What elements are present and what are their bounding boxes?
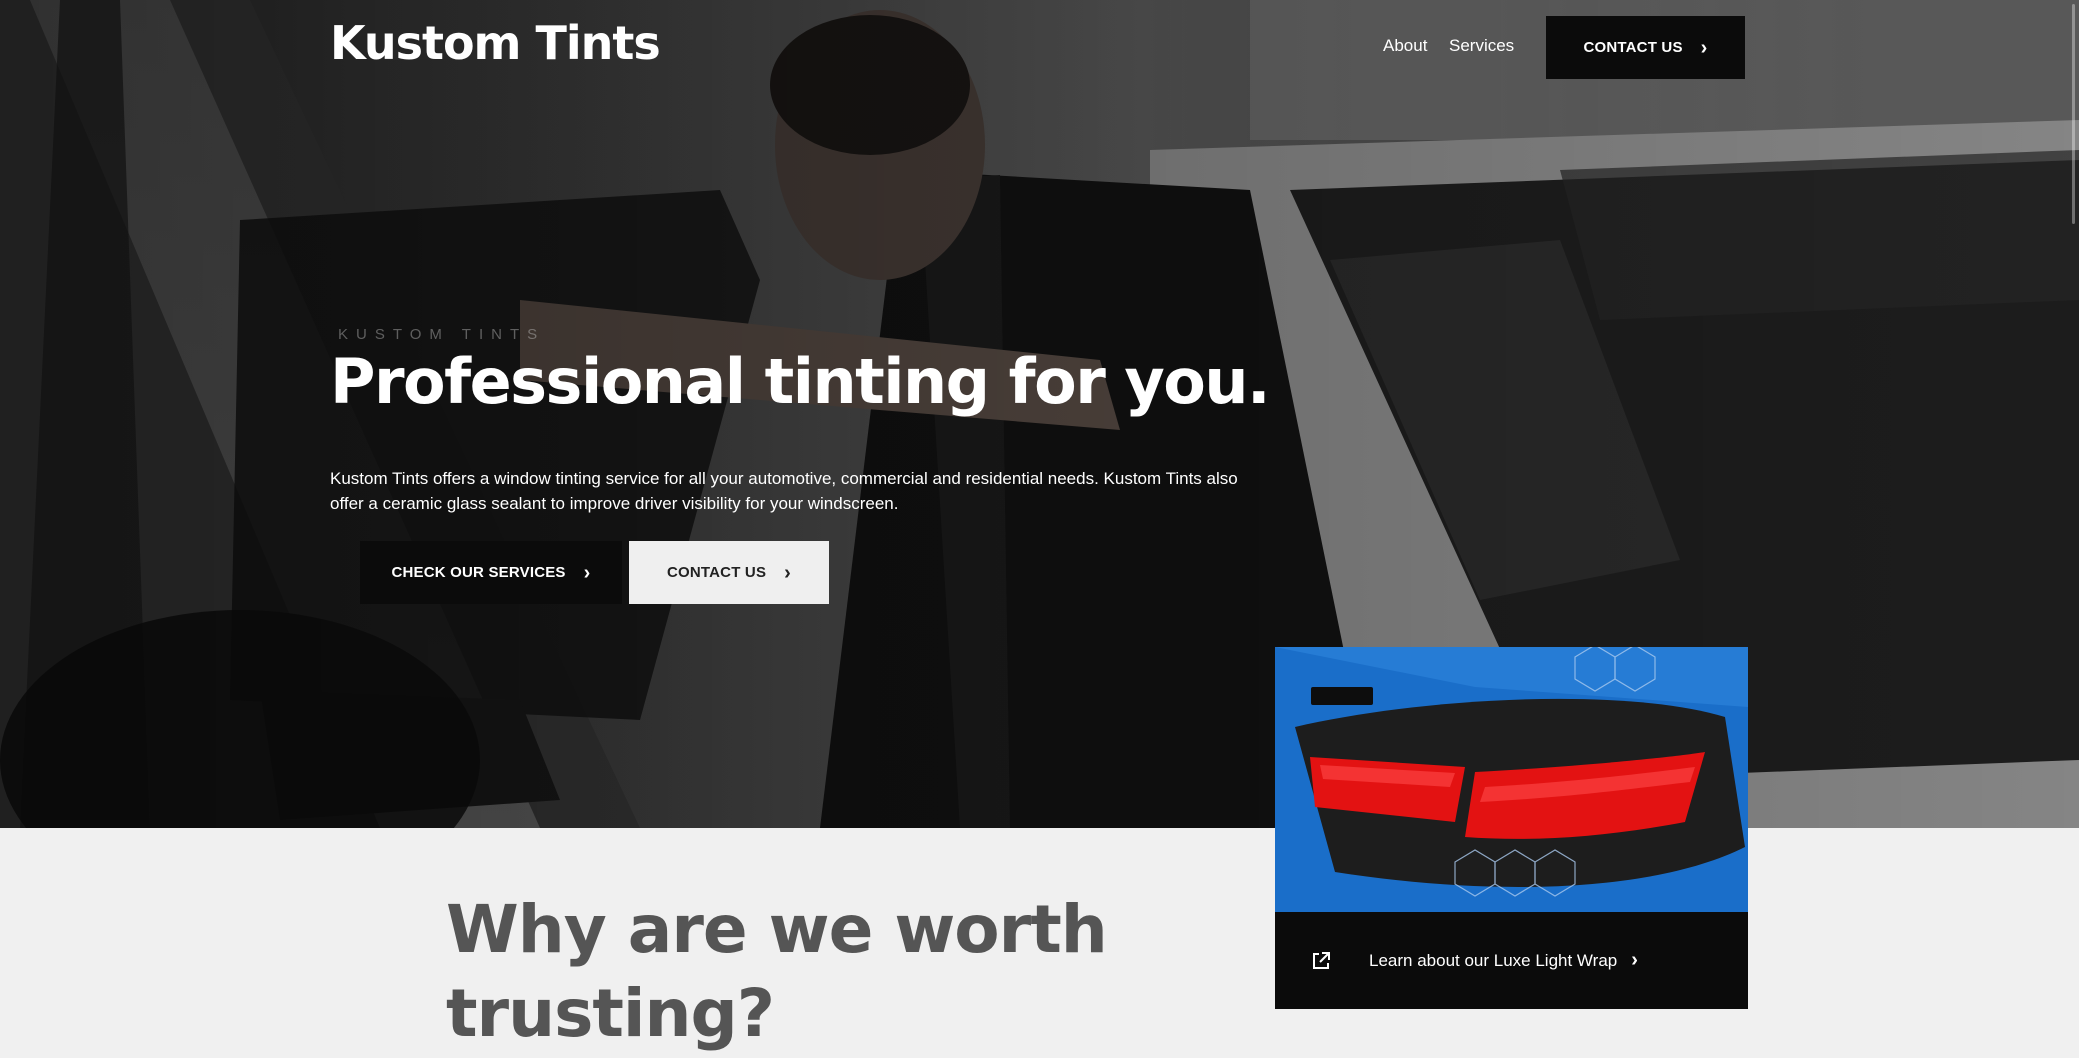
chevron-right-icon: ›	[784, 561, 792, 584]
external-link-icon	[1313, 951, 1330, 969]
nav-services-link[interactable]: Services	[1449, 36, 1514, 56]
hero-description: Kustom Tints offers a window tinting ser…	[330, 469, 1238, 513]
hero-contact-button[interactable]: CONTACT US ›	[629, 541, 829, 604]
hero-eyebrow: KUSTOM TINTS	[338, 326, 546, 343]
luxe-light-wrap-card[interactable]: Learn about our Luxe Light Wrap ›	[1275, 647, 1748, 1009]
brand-logo[interactable]: Kustom Tints	[330, 16, 661, 70]
nav-about-link[interactable]: About	[1383, 36, 1427, 56]
chevron-right-icon: ›	[583, 561, 591, 584]
why-trust-heading: Why are we worth trusting?	[446, 891, 1108, 1052]
tail-light-photo	[1275, 647, 1748, 912]
header-contact-button[interactable]: CONTACT US ›	[1546, 16, 1745, 79]
promo-link-bar[interactable]: Learn about our Luxe Light Wrap ›	[1275, 912, 1748, 1009]
check-services-label: CHECK OUR SERVICES	[391, 564, 566, 581]
promo-link-text: Learn about our Luxe Light Wrap	[1369, 950, 1618, 970]
hero-headline: Professional tinting for you.	[330, 345, 1271, 418]
chevron-right-icon: ›	[1631, 949, 1638, 971]
check-services-button[interactable]: CHECK OUR SERVICES ›	[360, 541, 622, 604]
hero-contact-label: CONTACT US	[666, 564, 767, 581]
chevron-right-icon: ›	[1700, 36, 1708, 59]
header-contact-label: CONTACT US	[1583, 39, 1683, 56]
scrollbar-thumb[interactable]	[2072, 4, 2075, 224]
